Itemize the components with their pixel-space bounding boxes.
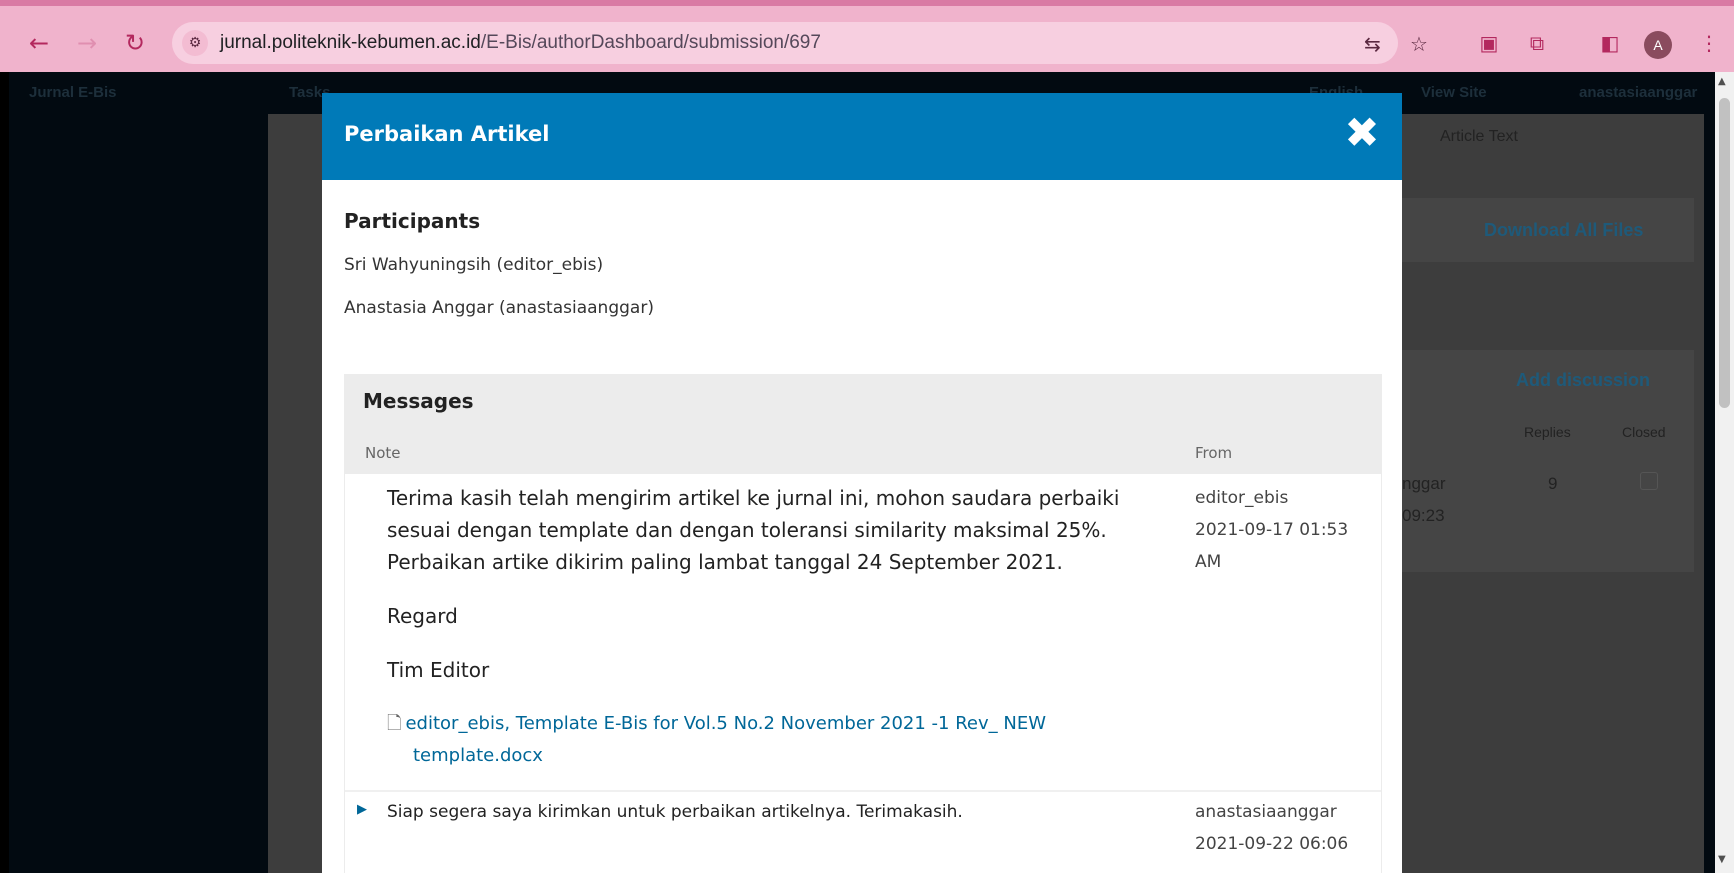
message-line: Terima kasih telah mengirim artikel ke j… [387, 486, 1120, 510]
browser-toolbar: ← → ↻ ⚙ jurnal.politeknik-kebumen.ac.id/… [0, 0, 1734, 72]
row-time-partial: 09:23 [1402, 506, 1445, 525]
replies-header: Replies [1524, 424, 1571, 440]
page-scrollbar[interactable]: ▲ ▼ [1715, 72, 1734, 873]
user-menu[interactable]: anastasiaanggar [1579, 84, 1697, 101]
menu-icon[interactable]: ⋮ [1694, 28, 1724, 58]
journal-name[interactable]: Jurnal E-Bis [29, 84, 117, 101]
side-panel-icon[interactable]: ◧ [1595, 28, 1625, 58]
scroll-up-icon[interactable]: ▲ [1718, 76, 1726, 87]
close-icon[interactable]: ✖ [1342, 112, 1382, 154]
participants-heading: Participants [344, 209, 481, 233]
profile-avatar[interactable]: A [1644, 31, 1672, 59]
message-line: Perbaikan artike dikirim paling lambat t… [387, 550, 1063, 574]
from-column-header: From [1195, 444, 1233, 462]
back-icon[interactable]: ← [24, 28, 54, 58]
message-date: 2021-09-17 01:53 [1195, 520, 1349, 540]
message-divider [345, 790, 1381, 792]
url-text[interactable]: jurnal.politeknik-kebumen.ac.id/E-Bis/au… [220, 32, 821, 54]
attachment-name-line2[interactable]: template.docx [387, 740, 1046, 772]
tab-article-text: Article Text [1440, 128, 1518, 145]
message-regard: Regard [387, 604, 458, 628]
attachment-link[interactable]: 🗋 editor_ebis, Template E-Bis for Vol.5 N… [387, 708, 1046, 772]
row-from-partial: nggar [1402, 474, 1446, 493]
modal-title: Perbaikan Artikel [344, 122, 550, 146]
message-line: sesuai dengan template dan dengan tolera… [387, 518, 1107, 542]
reload-icon[interactable]: ↻ [120, 28, 150, 58]
message-sender: anastasiaanggar [1195, 802, 1337, 822]
row-replies: 9 [1548, 474, 1558, 493]
translate-icon[interactable]: ⇆ [1364, 32, 1381, 56]
add-discussion-link: Add discussion [1516, 370, 1651, 390]
site-settings-icon[interactable]: ⚙ [182, 30, 208, 56]
message-signature: Tim Editor [387, 658, 490, 682]
note-column-header: Note [365, 444, 401, 462]
message-date: 2021-09-22 06:06 [1195, 834, 1349, 854]
modal-header: Perbaikan Artikel ✖ [322, 93, 1402, 180]
closed-header: Closed [1622, 424, 1666, 440]
messages-panel: Messages Note From Terima kasih telah me… [344, 374, 1382, 873]
messages-heading: Messages [363, 389, 474, 413]
discussion-modal: Perbaikan Artikel ✖ Participants Sri Wah… [322, 93, 1402, 873]
pocket-icon[interactable]: ▣ [1474, 28, 1504, 58]
download-all-files-link: Download All Files [1484, 220, 1644, 240]
expand-arrow-icon[interactable]: ▶ [357, 802, 367, 817]
message-preview[interactable]: Siap segera saya kirimkan untuk perbaika… [387, 796, 963, 828]
attachment-name-line1[interactable]: editor_ebis, Template E-Bis for Vol.5 No… [405, 713, 1046, 734]
file-icon: 🗋 [387, 713, 402, 734]
row-closed-checkbox [1640, 472, 1658, 490]
message-time-suffix: AM [1195, 552, 1222, 572]
star-icon[interactable]: ☆ [1410, 32, 1428, 56]
address-bar[interactable]: ⚙ jurnal.politeknik-kebumen.ac.id/E-Bis/… [172, 22, 1428, 64]
message-sender: editor_ebis [1195, 488, 1289, 508]
participant-item: Anastasia Anggar (anastasiaanggar) [344, 298, 654, 318]
forward-icon[interactable]: → [72, 28, 102, 58]
participant-item: Sri Wahyuningsih (editor_ebis) [344, 255, 604, 275]
scroll-thumb[interactable] [1719, 98, 1730, 408]
extensions-icon[interactable]: ⧉ [1522, 28, 1552, 58]
message-list: Terima kasih telah mengirim artikel ke j… [345, 474, 1381, 873]
view-site-link[interactable]: View Site [1421, 84, 1487, 101]
scroll-down-icon[interactable]: ▼ [1718, 854, 1726, 865]
